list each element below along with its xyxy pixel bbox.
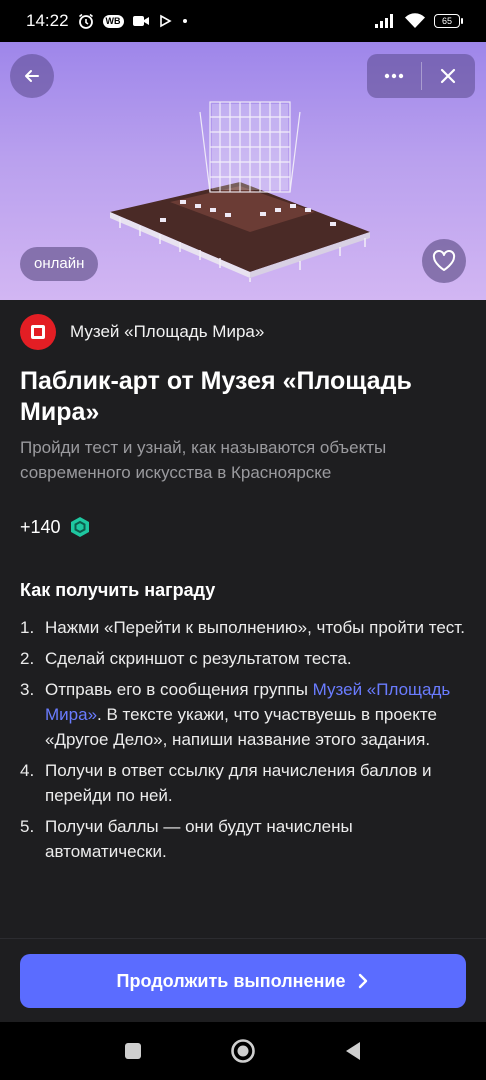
step-number: 5. [20, 817, 35, 836]
circle-icon [231, 1039, 255, 1063]
square-icon [125, 1043, 141, 1059]
steps-list: 1. Нажми «Перейти к выполнению», чтобы п… [20, 615, 466, 870]
step-text: Сделай скриншот с результатом теста. [45, 649, 352, 668]
play-icon [158, 14, 172, 28]
video-camera-icon [132, 14, 150, 28]
more-horizontal-icon [384, 73, 403, 79]
back-button[interactable] [10, 54, 54, 98]
wifi-icon [404, 13, 426, 29]
points-hexagon-icon [70, 517, 89, 537]
organizer-logo [20, 314, 56, 350]
top-actions [367, 54, 475, 98]
wb-badge: WB [102, 14, 124, 28]
step-text: Получи баллы — они будут начислены автом… [45, 817, 353, 861]
close-icon [441, 68, 456, 84]
hero-artwork-illustration [110, 101, 370, 282]
status-time: 14:22 [26, 11, 69, 30]
online-badge: онлайн [20, 247, 99, 281]
bottom-action-bar: Продолжить выполнение [0, 938, 486, 1023]
more-options-button[interactable] [367, 54, 421, 98]
section-heading: Как получить награду [20, 580, 216, 600]
step-text: Нажми «Перейти к выполнению», чтобы прой… [45, 618, 465, 637]
step-text: Получи в ответ ссылку для начисления бал… [45, 761, 432, 805]
step-number: 3. [20, 680, 35, 699]
list-item: 4. Получи в ответ ссылку для начисления … [20, 758, 466, 808]
continue-button-label: Продолжить выполнение [116, 970, 346, 991]
step-number: 1. [20, 618, 35, 637]
battery-level: 65 [441, 16, 452, 26]
organizer-name: Музей «Площадь Мира» [70, 322, 265, 341]
heart-icon [432, 250, 456, 271]
list-item: 2. Сделай скриншот с результатом теста. [20, 646, 466, 671]
home-button[interactable] [228, 1036, 258, 1066]
close-button[interactable] [421, 54, 475, 98]
battery-icon: 65 [434, 14, 463, 28]
step-number: 4. [20, 761, 35, 780]
dot-icon [180, 16, 190, 26]
arrow-left-icon [25, 70, 39, 82]
step-text: Отправь его в сообщения группы Музей «Пл… [45, 677, 466, 752]
status-bar: 14:22 WB 65 [0, 0, 486, 42]
back-nav-button[interactable] [338, 1036, 368, 1066]
list-item: 1. Нажми «Перейти к выполнению», чтобы п… [20, 615, 466, 640]
recents-button[interactable] [118, 1036, 148, 1066]
hero-image: онлайн [0, 42, 486, 300]
list-item: 3. Отправь его в сообщения группы Музей … [20, 677, 466, 752]
signal-icon [374, 13, 396, 29]
organizer-link[interactable]: Музей «Площадь Мира» [20, 314, 264, 350]
task-subtitle: Пройди тест и узнай, как называются объе… [20, 438, 387, 482]
alarm-icon [77, 12, 95, 30]
favorite-button[interactable] [422, 239, 466, 283]
reward-points: +140 [20, 516, 91, 538]
reward-value: +140 [20, 516, 61, 537]
system-nav-bar [0, 1022, 486, 1080]
step-text-before: Отправь его в сообщения группы [45, 680, 313, 699]
task-title: Паблик-арт от Музея «Площадь Мира» [20, 367, 412, 426]
step-number: 2. [20, 649, 35, 668]
triangle-back-icon [346, 1042, 360, 1060]
chevron-right-icon [359, 973, 368, 989]
step-text-after: . В тексте укажи, что участвуешь в проек… [45, 705, 437, 749]
list-item: 5. Получи баллы — они будут начислены ав… [20, 814, 466, 864]
continue-button[interactable]: Продолжить выполнение [20, 954, 466, 1008]
